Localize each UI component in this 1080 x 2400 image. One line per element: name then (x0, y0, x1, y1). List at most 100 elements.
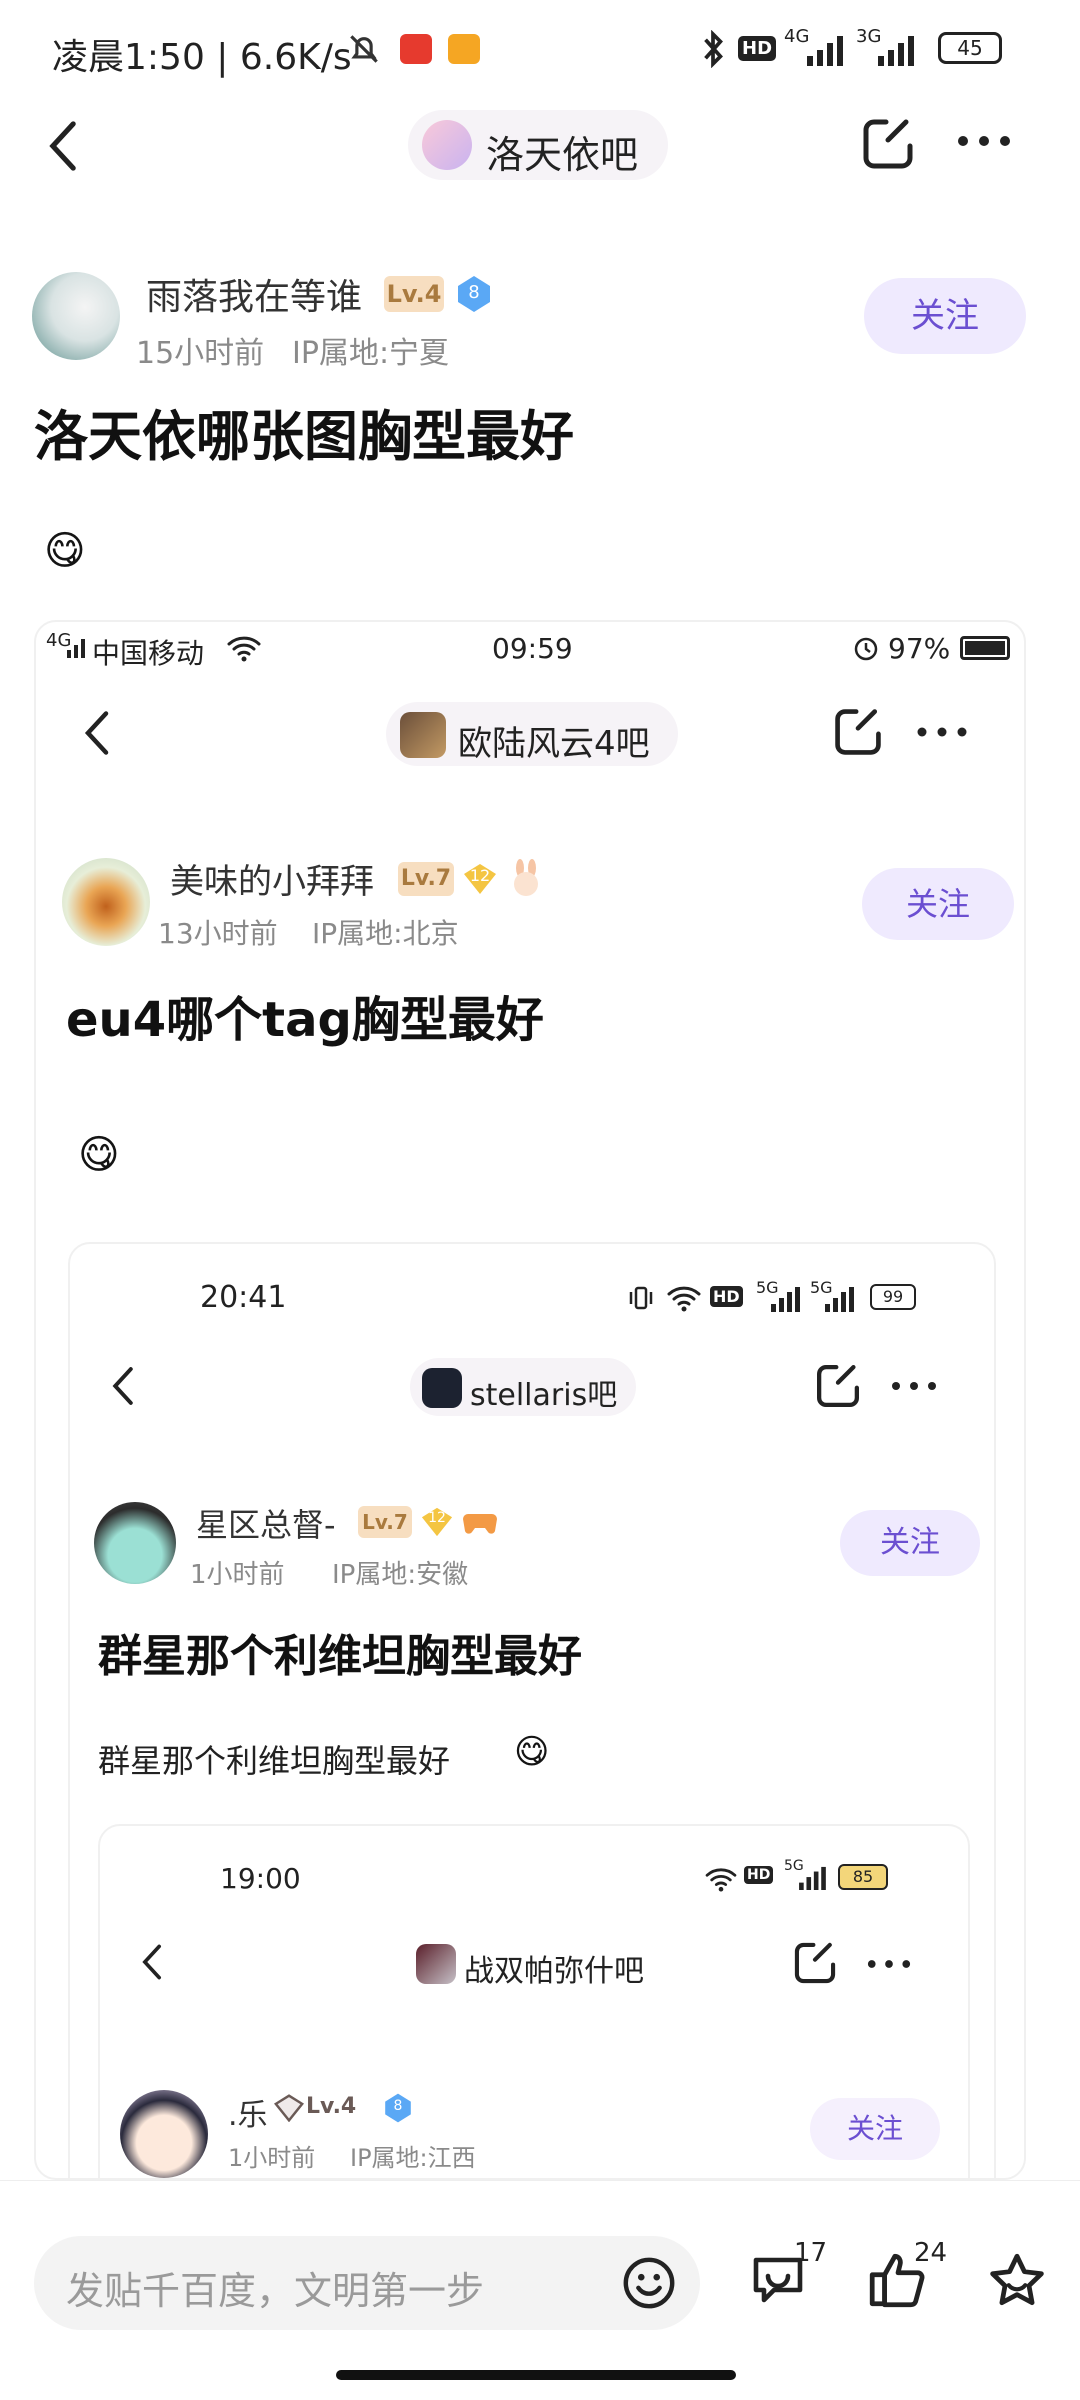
s2-edit-icon[interactable] (814, 1362, 862, 1410)
s2-forum-name: stellaris吧 (470, 1378, 618, 1413)
s2-post-emoji: 😋 (514, 1732, 550, 1772)
s1-badge-number: 12 (469, 866, 491, 885)
s3-time: 19:00 (220, 1862, 301, 1895)
s1-author-name[interactable]: 美味的小拜拜 (170, 854, 374, 903)
signal-icon-1 (805, 34, 849, 66)
post-ip-location: IP属地:宁夏 (292, 336, 450, 371)
s1-follow-button[interactable]: 关注 (862, 868, 1014, 940)
s1-wifi-icon (226, 634, 262, 662)
app-notify-icon (400, 34, 432, 64)
post-title: 洛天依哪张图胸型最好 (34, 405, 574, 468)
s2-forum-pill[interactable]: stellaris吧 (410, 1358, 636, 1416)
like-count: 24 (914, 2238, 948, 2268)
s1-battery-text: 97% (888, 632, 951, 665)
signal-icon-2 (876, 34, 920, 66)
s3-battery-indicator: 85 (838, 1864, 888, 1890)
status-bar-time: 凌晨1:50 | 6.6K/s (52, 37, 352, 78)
s2-post-title: 群星那个利维坦胸型最好 (98, 1631, 582, 1682)
s1-author-avatar[interactable] (62, 858, 150, 946)
s1-level-badge: Lv.7 (398, 862, 454, 896)
s1-edit-icon[interactable] (832, 706, 884, 758)
s2-signal-icon-2 (824, 1286, 854, 1312)
embedded-screenshot-1[interactable]: 4G 中国移动 09:59 97% 欧陆风云4吧 美味的小拜拜 Lv.7 12 … (34, 620, 1026, 2180)
s1-forum-pill[interactable]: 欧陆风云4吧 (386, 702, 678, 766)
edit-share-icon[interactable] (860, 116, 916, 172)
badge-number: 8 (468, 282, 480, 303)
s3-signal-icon (798, 1866, 826, 1890)
forum-pill[interactable]: 洛天依吧 (408, 110, 668, 180)
s1-back-arrow-icon[interactable] (82, 708, 112, 758)
back-arrow-icon[interactable] (46, 118, 80, 174)
home-indicator (336, 2370, 736, 2380)
s2-author-name[interactable]: 星区总督- (196, 1500, 336, 1546)
battery-indicator: 45 (938, 32, 1002, 64)
s1-time: 09:59 (492, 632, 573, 665)
s1-post-emoji: 😋 (78, 1132, 120, 1178)
s3-edit-icon[interactable] (792, 1940, 838, 1986)
s2-gamepad-icon (462, 1506, 498, 1538)
comment-count: 17 (794, 2238, 828, 2268)
s3-post-time: 1小时前 (228, 2144, 316, 2172)
s2-hd-icon: HD (710, 1286, 743, 1307)
s2-vibrate-icon (626, 1286, 656, 1310)
level-badge: Lv.4 (384, 276, 444, 312)
s3-more-icon[interactable] (866, 1958, 912, 1970)
s3-author-name[interactable]: .乐 (228, 2090, 268, 2134)
s2-ip-location: IP属地:安徽 (332, 1560, 469, 1590)
s1-bunny-icon (506, 858, 546, 898)
s3-author-avatar[interactable] (120, 2090, 208, 2178)
s2-level-badge: Lv.7 (358, 1506, 412, 1538)
s1-forum-name: 欧陆风云4吧 (458, 724, 650, 764)
s3-hd-icon: HD (744, 1866, 774, 1884)
s3-level-text: Lv.4 (306, 2094, 357, 2119)
s3-forum-avatar (416, 1944, 456, 1984)
s2-forum-avatar (422, 1368, 462, 1408)
follow-button[interactable]: 关注 (864, 278, 1026, 354)
bluetooth-icon (700, 30, 726, 68)
s2-wifi-icon (666, 1284, 702, 1312)
s3-forum-name: 战双帕弥什吧 (464, 1954, 644, 1989)
more-options-icon[interactable] (956, 134, 1012, 148)
s1-signal-icon (66, 634, 90, 658)
s2-battery-indicator: 99 (870, 1284, 916, 1310)
mute-bell-icon (345, 30, 383, 68)
s2-badge-number: 12 (428, 1510, 446, 1526)
s2-post-time: 1小时前 (190, 1560, 285, 1590)
s3-follow-button[interactable]: 关注 (810, 2098, 940, 2160)
comment-input-placeholder: 发贴千百度，文明第一步 (66, 2269, 485, 2313)
author-avatar[interactable] (32, 272, 120, 360)
s3-forum-pill[interactable]: 战双帕弥什吧 (406, 1936, 666, 1992)
s3-ip-location: IP属地:江西 (350, 2144, 476, 2172)
s2-post-body: 群星那个利维坦胸型最好 (98, 1742, 451, 1780)
favorite-star-icon[interactable] (986, 2250, 1048, 2312)
s1-alarm-icon (852, 634, 880, 662)
s2-author-avatar[interactable] (94, 1502, 176, 1584)
post-emoji: 😋 (44, 528, 86, 574)
s2-follow-button[interactable]: 关注 (840, 1510, 980, 1576)
comment-input[interactable]: 发贴千百度，文明第一步 (34, 2236, 700, 2330)
s1-more-icon[interactable] (916, 726, 968, 738)
mail-notify-icon (448, 34, 480, 64)
hd-icon: HD (738, 36, 777, 61)
embedded-screenshot-3[interactable]: 19:00 HD 5G 85 战双帕弥什吧 .乐 Lv.4 8 1小时前 IP属… (98, 1824, 970, 2178)
s3-diamond-outline-icon (274, 2094, 304, 2122)
forum-avatar (422, 120, 472, 170)
author-name[interactable]: 雨落我在等谁 (146, 268, 362, 320)
s1-forum-avatar (400, 712, 446, 758)
embedded-screenshot-2[interactable]: 20:41 HD 5G 5G 99 stellaris吧 星区总督- Lv.7 … (68, 1242, 996, 2178)
s1-carrier: 中国移动 (92, 637, 205, 670)
emoji-icon[interactable] (620, 2254, 678, 2312)
post-time: 15小时前 (136, 336, 265, 371)
s2-back-arrow-icon[interactable] (110, 1364, 136, 1408)
s1-ip-location: IP属地:北京 (312, 917, 459, 950)
s3-badge-number: 8 (393, 2098, 403, 2114)
s1-post-title: eu4哪个tag胸型最好 (66, 992, 544, 1048)
s3-back-arrow-icon[interactable] (140, 1942, 164, 1982)
s2-signal-icon-1 (770, 1286, 800, 1312)
s2-more-icon[interactable] (890, 1380, 938, 1392)
s1-battery-icon (960, 636, 1010, 660)
s1-post-time: 13小时前 (158, 917, 278, 950)
s3-wifi-icon (704, 1866, 738, 1892)
s2-time: 20:41 (200, 1280, 287, 1315)
forum-name: 洛天依吧 (486, 133, 639, 177)
